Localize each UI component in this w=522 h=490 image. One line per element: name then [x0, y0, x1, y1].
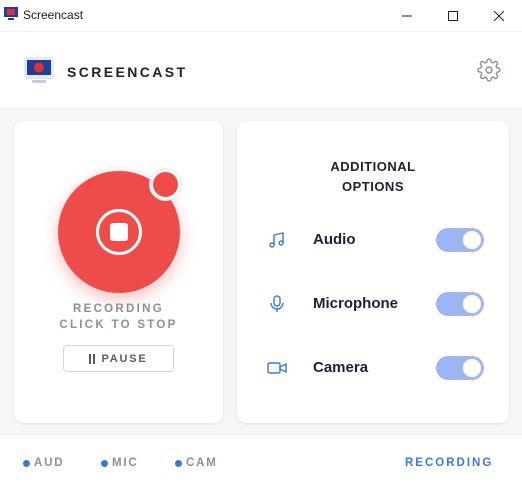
maximize-button[interactable] [430, 0, 476, 31]
stop-square [110, 223, 128, 241]
option-row-camera: Camera [237, 353, 509, 383]
recording-indicator-dot [150, 169, 181, 200]
status-bar: AUD MIC CAM RECORDING [0, 434, 522, 490]
recording-status-line2: CLICK TO STOP [59, 319, 178, 331]
audio-toggle[interactable] [436, 228, 484, 252]
recording-status: RECORDING CLICK TO STOP [14, 301, 223, 333]
window-title: Screencast [23, 8, 84, 22]
stop-icon [96, 209, 142, 255]
minimize-icon [402, 15, 412, 16]
music-note-icon [269, 232, 284, 248]
options-title-line1: ADDITIONAL [330, 159, 416, 174]
option-label-audio: Audio [313, 231, 356, 248]
option-row-audio: Audio [237, 225, 509, 255]
pause-label: PAUSE [101, 352, 148, 365]
status-dot [101, 459, 108, 467]
recorder-card: RECORDING CLICK TO STOP PAUSE [14, 121, 223, 423]
indicator-label: CAM [186, 457, 218, 469]
toggle-knob [463, 295, 481, 313]
app-icon [4, 7, 18, 20]
options-title: ADDITIONAL OPTIONS [237, 157, 509, 197]
settings-button[interactable] [477, 58, 501, 82]
close-button[interactable] [476, 0, 522, 31]
indicator-label: MIC [112, 457, 139, 469]
option-label-microphone: Microphone [313, 295, 398, 312]
main-area: RECORDING CLICK TO STOP PAUSE ADDITIONAL… [0, 109, 522, 434]
monitor-record-icon [24, 57, 54, 83]
indicator-cam: CAM [175, 457, 218, 469]
title-bar: Screencast [0, 0, 522, 31]
microphone-icon [270, 295, 284, 312]
app-header: SCREENCAST [0, 31, 522, 109]
pause-icon [89, 353, 96, 364]
indicator-label: AUD [34, 457, 65, 469]
video-camera-icon [267, 362, 287, 374]
microphone-toggle[interactable] [436, 292, 484, 316]
option-row-microphone: Microphone [237, 289, 509, 319]
camera-toggle[interactable] [436, 356, 484, 380]
gear-icon [477, 58, 501, 82]
pause-button[interactable]: PAUSE [63, 345, 174, 372]
indicator-audio: AUD [23, 457, 64, 469]
toggle-knob [463, 359, 481, 377]
option-label-camera: Camera [313, 359, 369, 376]
recording-status-line1: RECORDING [73, 303, 164, 315]
footer-status: RECORDING [405, 457, 494, 469]
close-icon [494, 10, 504, 21]
maximize-icon [448, 10, 458, 21]
options-title-line2: OPTIONS [341, 179, 404, 194]
status-dot [175, 459, 182, 467]
brand-name: SCREENCAST [67, 64, 188, 80]
options-card: ADDITIONAL OPTIONS Audio Microphone Came… [237, 121, 509, 423]
status-dot [23, 459, 30, 467]
indicator-mic: MIC [101, 457, 138, 469]
minimize-button[interactable] [384, 0, 430, 31]
toggle-knob [463, 231, 481, 249]
